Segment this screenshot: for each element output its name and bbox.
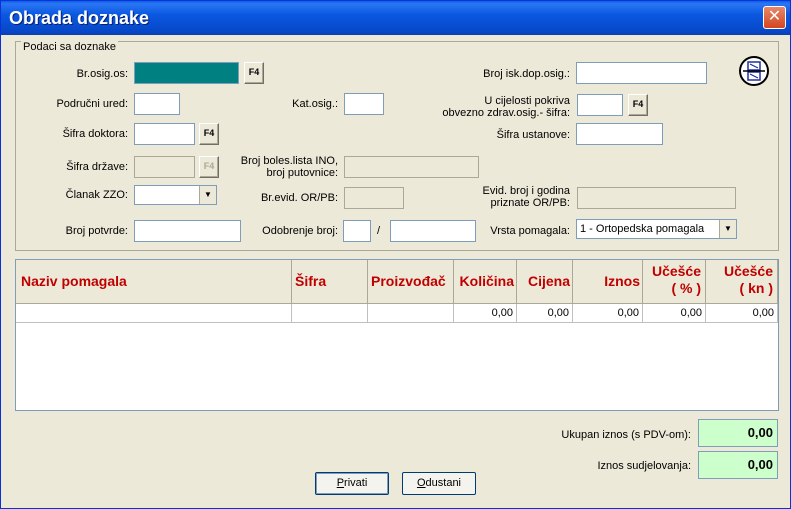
broj-isk-dop-label: Broj isk.dop.osig.: [483, 68, 570, 80]
privati-button[interactable]: Privati [315, 472, 389, 495]
br-osig-os-label: Br.osig.os: [76, 68, 128, 80]
sifra-doktora-lookup-button[interactable]: F4 [199, 123, 219, 145]
podrucni-ured-label: Područni ured: [56, 98, 128, 110]
evid-broj-label-1: Evid. broj i godina [482, 185, 570, 197]
evid-broj-label-2: priznate OR/PB: [490, 197, 570, 209]
col-header-ucesce-kn-line1: Učešće [723, 263, 773, 279]
col-header-ucesce-kn[interactable]: Učešće ( kn ) [706, 260, 778, 304]
privati-mnemonic: P [336, 477, 345, 489]
u-cijelosti-label-2: obvezno zdrav.osig.- šifra: [442, 107, 570, 119]
col-header-ucesce-pct-line1: Učešće [651, 263, 701, 279]
cell-ucesce-kn[interactable]: 0,00 [706, 304, 778, 323]
logo-icon [739, 56, 769, 86]
col-header-ucesce-kn-line2: ( kn ) [739, 280, 773, 296]
logo-graphic [743, 61, 765, 81]
title-bar[interactable]: Obrada doznake ✕ [1, 1, 790, 35]
cell-cijena[interactable]: 0,00 [517, 304, 573, 323]
broj-boles-lista-input [344, 156, 479, 178]
col-header-ucesce-pct[interactable]: Učešće ( % ) [643, 260, 706, 304]
odustani-mnemonic: O [416, 477, 426, 489]
br-evid-label: Br.evid. OR/PB: [260, 192, 338, 204]
sifra-drzave-input [134, 156, 195, 178]
odobrenje-broj-input-1[interactable] [343, 220, 371, 242]
odobrenje-separator: / [377, 225, 381, 237]
broj-isk-dop-input[interactable] [576, 62, 707, 84]
u-cijelosti-lookup-button[interactable]: F4 [628, 94, 648, 116]
vrsta-pomagala-value: 1 - Ortopedska pomagala [580, 223, 705, 235]
ukupan-iznos-value: 0,00 [698, 419, 778, 447]
group-legend: Podaci sa doznake [21, 41, 118, 53]
pomagala-grid[interactable]: Naziv pomagala Šifra Proizvođač Količina… [15, 259, 779, 411]
col-header-ucesce-pct-line2: ( % ) [671, 280, 701, 296]
sifra-drzave-lookup-button: F4 [199, 156, 219, 178]
col-header-kolicina[interactable]: Količina [454, 260, 517, 304]
cell-naziv[interactable] [16, 304, 292, 323]
cell-sifra[interactable] [292, 304, 368, 323]
cell-iznos[interactable]: 0,00 [573, 304, 643, 323]
col-header-proizvodac[interactable]: Proizvođač [368, 260, 454, 304]
chevron-down-icon[interactable]: ▼ [199, 186, 216, 204]
privati-label: rivati [344, 477, 368, 489]
odobrenje-broj-label: Odobrenje broj: [262, 225, 338, 237]
sifra-ustanove-input[interactable] [576, 123, 663, 145]
chevron-down-icon[interactable]: ▼ [719, 220, 736, 238]
col-header-naziv[interactable]: Naziv pomagala [16, 260, 292, 304]
main-window: Obrada doznake ✕ Podaci sa doznake Br.os… [0, 0, 791, 509]
sifra-ustanove-label: Šifra ustanove: [496, 129, 570, 141]
sifra-doktora-label: Šifra doktora: [62, 128, 128, 140]
podrucni-ured-input[interactable] [134, 93, 180, 115]
br-evid-input [344, 187, 404, 209]
kat-osig-label: Kat.osig.: [292, 98, 338, 110]
vrsta-pomagala-label: Vrsta pomagala: [490, 225, 570, 237]
close-button[interactable]: ✕ [763, 6, 786, 29]
col-header-sifra[interactable]: Šifra [292, 260, 368, 304]
odustani-label: dustani [425, 477, 462, 489]
cell-kolicina[interactable]: 0,00 [454, 304, 517, 323]
broj-potvrde-label: Broj potvrde: [65, 225, 128, 237]
evid-broj-input [577, 187, 736, 209]
clanak-zzo-label: Članak ZZO: [65, 189, 128, 201]
vrsta-pomagala-combo[interactable]: 1 - Ortopedska pomagala ▼ [576, 219, 737, 239]
iznos-sudjelovanja-value: 0,00 [698, 451, 778, 479]
iznos-sudjelovanja-label: Iznos sudjelovanja: [597, 460, 691, 472]
u-cijelosti-label-1: U cijelosti pokriva [484, 95, 570, 107]
broj-boles-lista-label-2: broj putovnice: [266, 167, 338, 179]
sifra-doktora-input[interactable] [134, 123, 195, 145]
cell-ucesce-pct[interactable]: 0,00 [643, 304, 706, 323]
col-header-cijena[interactable]: Cijena [517, 260, 573, 304]
br-osig-os-lookup-button[interactable]: F4 [244, 62, 264, 84]
broj-boles-lista-label-1: Broj boles.lista INO, [240, 155, 338, 167]
cell-proizvodac[interactable] [368, 304, 454, 323]
ukupan-iznos-label: Ukupan iznos (s PDV-om): [561, 429, 691, 441]
clanak-zzo-combo[interactable]: ▼ [134, 185, 217, 205]
kat-osig-input[interactable] [344, 93, 384, 115]
u-cijelosti-input[interactable] [577, 94, 623, 116]
col-header-iznos[interactable]: Iznos [573, 260, 643, 304]
odustani-button[interactable]: Odustani [402, 472, 476, 495]
sifra-drzave-label: Šifra države: [66, 161, 128, 173]
br-osig-os-input[interactable] [134, 62, 239, 84]
window-title: Obrada doznake [9, 8, 150, 28]
